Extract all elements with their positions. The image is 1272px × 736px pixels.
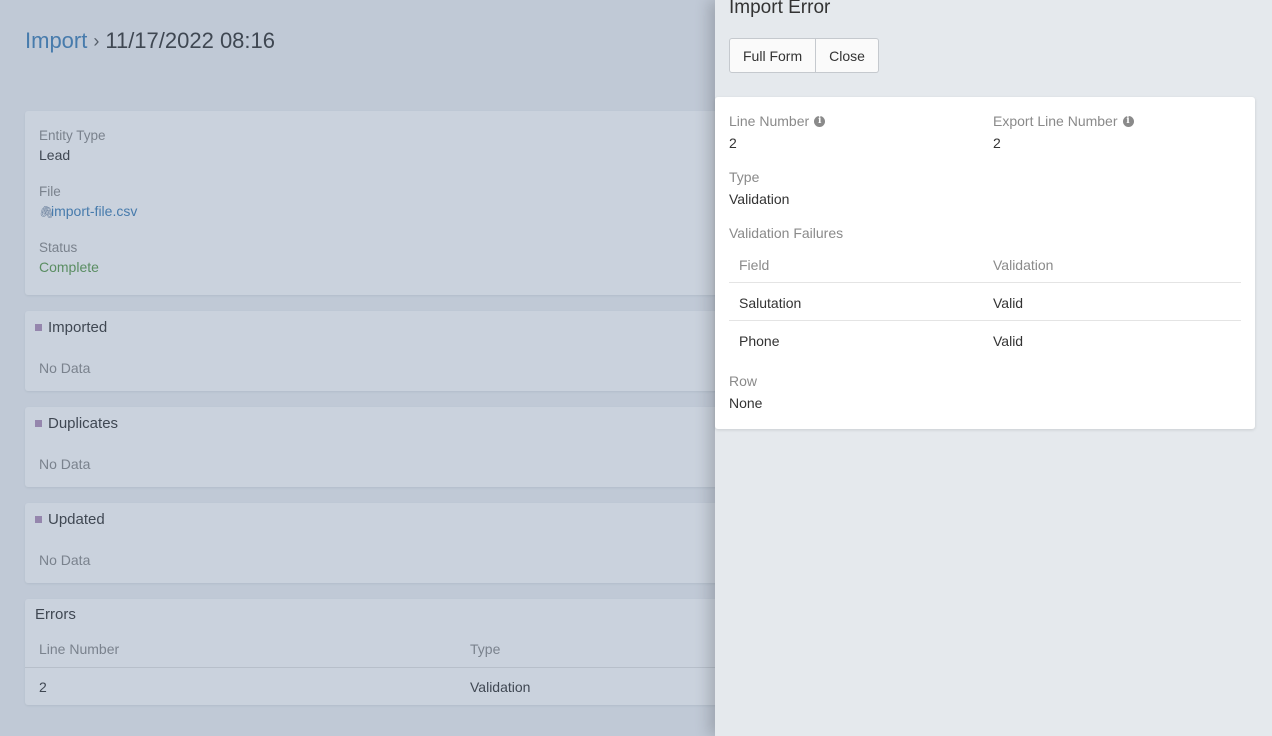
type-field: Type Validation (729, 169, 789, 207)
row-field: Row None (729, 373, 762, 411)
line-number-field: Line Number i 2 (729, 113, 826, 151)
modal-title: Import Error (729, 0, 831, 18)
info-icon[interactable]: i (814, 115, 826, 127)
import-error-detail-card: Line Number i 2 Export Line Number i 2 T… (715, 97, 1255, 429)
export-line-number-label: Export Line Number (993, 113, 1118, 129)
validation-table-header: Field Validation (729, 249, 1241, 283)
validation-row-validation: Valid (993, 295, 1024, 311)
line-number-label: Line Number (729, 113, 810, 129)
type-label: Type (729, 169, 760, 185)
validation-row-validation: Valid (993, 333, 1024, 349)
export-line-number-value: 2 (993, 135, 1001, 151)
export-line-number-field: Export Line Number i 2 (993, 113, 1134, 151)
import-error-side-panel: Import Error Full Form Close Line Number… (715, 0, 1272, 736)
type-value: Validation (729, 191, 790, 207)
row-value: None (729, 395, 763, 411)
validation-failures-field: Validation Failures (729, 225, 843, 241)
modal-button-group: Full Form Close (729, 38, 879, 73)
table-row: Salutation Valid (729, 283, 1241, 321)
full-form-button[interactable]: Full Form (729, 38, 817, 73)
validation-row-field: Salutation (739, 295, 802, 311)
validation-col-validation: Validation (993, 257, 1054, 273)
info-icon[interactable]: i (1122, 115, 1134, 127)
row-label: Row (729, 373, 758, 389)
validation-failures-table: Field Validation Salutation Valid Phone … (729, 249, 1241, 359)
table-row: Phone Valid (729, 321, 1241, 359)
validation-col-field: Field (739, 257, 770, 273)
validation-row-field: Phone (739, 333, 780, 349)
export-line-number-label-wrap: Export Line Number i (993, 113, 1134, 129)
line-number-value: 2 (729, 135, 737, 151)
validation-failures-label: Validation Failures (729, 225, 844, 241)
line-number-label-wrap: Line Number i (729, 113, 826, 129)
close-button[interactable]: Close (816, 38, 879, 73)
